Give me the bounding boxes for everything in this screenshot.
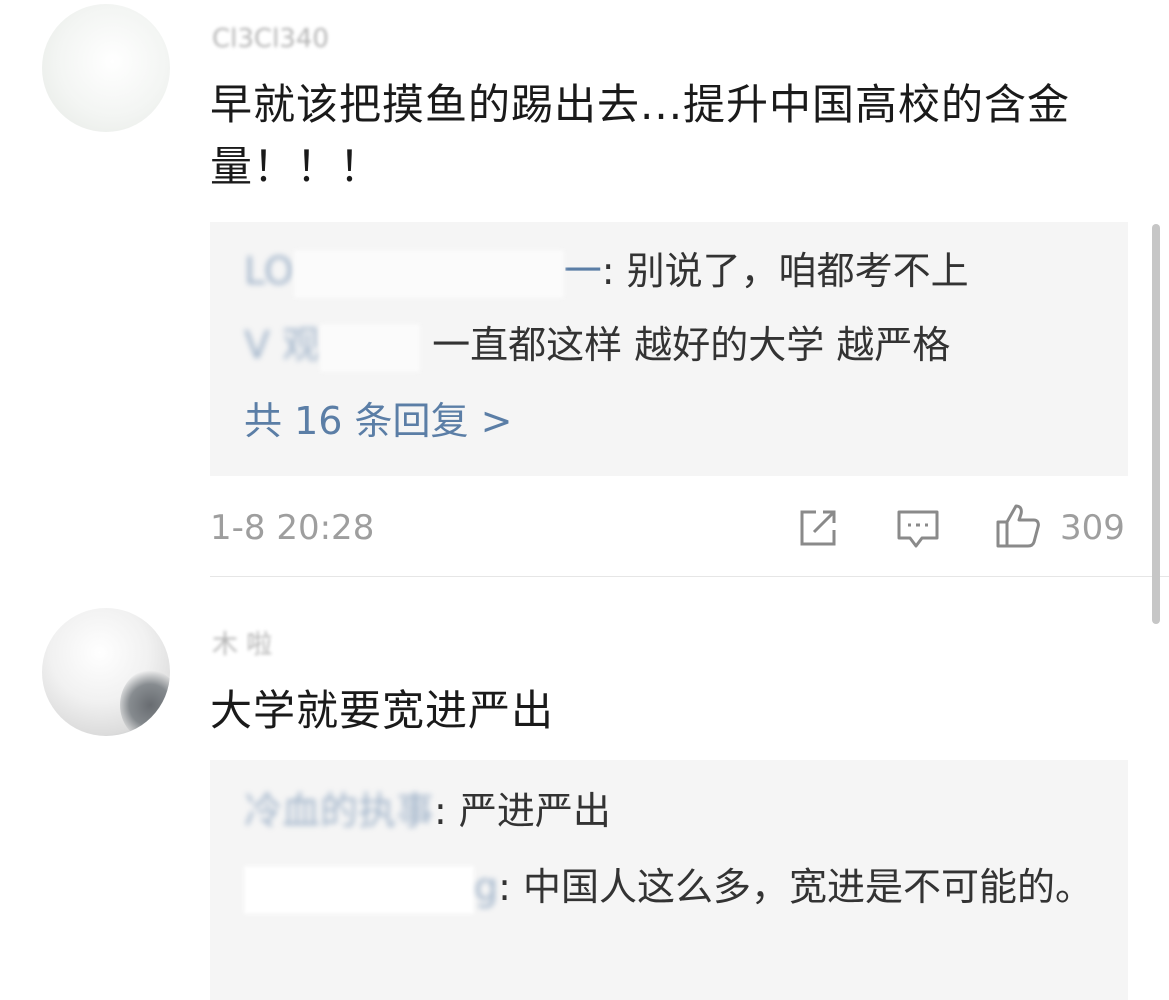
avatar[interactable] <box>42 4 170 132</box>
reply-preview-box[interactable]: LO 一: 别说了，咱都考不上 V 观 一直都这样 越好的大学 越严格 共 16 … <box>210 222 1128 476</box>
reply-item[interactable]: V 观 一直都这样 越好的大学 越严格 <box>244 318 1108 372</box>
redaction-mark <box>244 865 474 914</box>
comment-text: 早就该把摸鱼的踢出去...提升中国高校的含金量！！！ <box>210 80 1071 191</box>
comment-icon[interactable] <box>894 504 942 552</box>
avatar-image <box>120 670 170 736</box>
reply-author[interactable]: V 观 <box>244 323 421 372</box>
thumbs-up-icon[interactable] <box>994 502 1042 550</box>
scrollbar[interactable] <box>1152 224 1160 624</box>
reply-item[interactable]: LO 一: 别说了，咱都考不上 <box>244 244 1108 298</box>
comment-divider <box>210 576 1169 577</box>
comment-username[interactable]: Cl3Cl340 <box>212 24 329 54</box>
comment-feed: Cl3Cl340 早就该把摸鱼的踢出去...提升中国高校的含金量！！！ LO 一:… <box>0 0 1169 1000</box>
reply-author[interactable]: LO 一 <box>244 249 602 298</box>
like-count: 309 <box>1060 508 1125 548</box>
redaction-mark <box>293 249 564 298</box>
comment-timestamp: 1-8 20:28 <box>210 508 375 548</box>
reply-text: 一直都这样 越好的大学 越严格 <box>432 323 951 367</box>
comment-username[interactable]: 木 啦 <box>212 630 272 660</box>
avatar[interactable] <box>42 608 170 736</box>
reply-item[interactable]: 冷血的执事: 严进严出 <box>244 784 1108 838</box>
share-icon[interactable] <box>794 504 842 552</box>
reply-text: : 中国人这么多，宽进是不可能的。 <box>498 865 1094 909</box>
reply-text: : 严进严出 <box>434 789 611 833</box>
reply-author[interactable]: g <box>244 865 498 914</box>
reply-preview-box[interactable]: 冷血的执事: 严进严出 g: 中国人这么多，宽进是不可能的。 <box>210 760 1128 1000</box>
more-replies-link[interactable]: 共 16 条回复 > <box>244 394 512 448</box>
reply-item[interactable]: g: 中国人这么多，宽进是不可能的。 <box>244 860 1104 914</box>
reply-author[interactable]: 冷血的执事 <box>244 789 434 833</box>
comment-text: 大学就要宽进严出 <box>210 686 555 735</box>
redaction-mark <box>320 323 421 372</box>
reply-text: : 别说了，咱都考不上 <box>601 249 969 293</box>
